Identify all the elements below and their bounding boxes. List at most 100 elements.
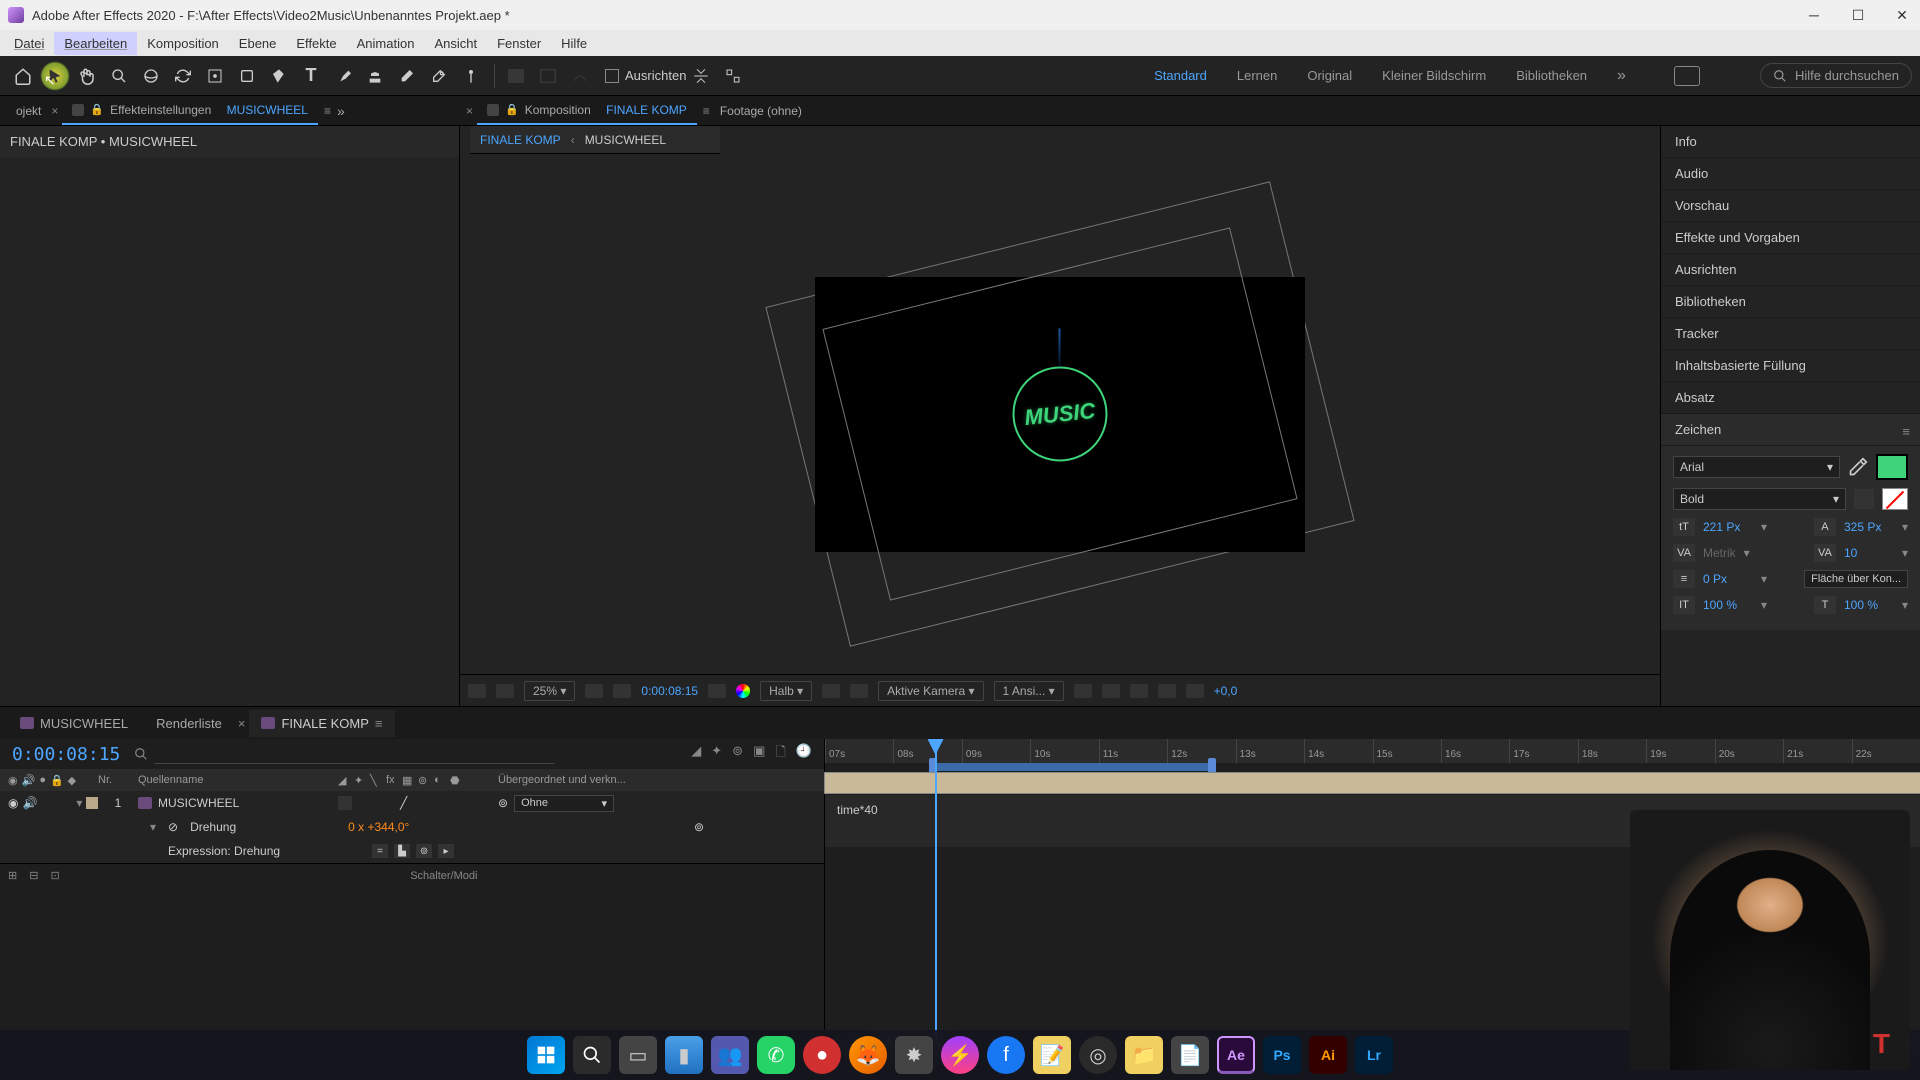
workspace-standard[interactable]: Standard <box>1154 68 1207 83</box>
toggle-inout-icon[interactable]: ⊡ <box>50 869 59 882</box>
viewer-toggle-alpha-icon[interactable] <box>468 684 486 698</box>
camera-select[interactable]: Aktive Kamera ▾ <box>878 681 983 701</box>
taskbar-explorer-icon[interactable]: 📁 <box>1125 1036 1163 1074</box>
timeline-tab-finalekomp[interactable]: FINALE KOMP ≡ <box>249 710 394 737</box>
parent-select[interactable]: Ohne▾ <box>514 795 614 812</box>
taskbar-record-icon[interactable]: ● <box>803 1036 841 1074</box>
minimize-button[interactable]: ─ <box>1804 5 1824 25</box>
viewer-toggle-mask-icon[interactable] <box>496 684 514 698</box>
taskbar-obs-icon[interactable]: ◎ <box>1079 1036 1117 1074</box>
taskbar-app-teams[interactable]: 👥 <box>711 1036 749 1074</box>
taskbar-app-3[interactable]: 📄 <box>1171 1036 1209 1074</box>
panel-effekte-vorgaben[interactable]: Effekte und Vorgaben <box>1661 222 1920 254</box>
fill-color-swatch[interactable] <box>501 61 531 91</box>
task-view-icon[interactable]: ▭ <box>619 1036 657 1074</box>
clone-stamp-tool-icon[interactable] <box>360 61 390 91</box>
font-weight-select[interactable]: Bold▾ <box>1673 488 1846 510</box>
menu-hilfe[interactable]: Hilfe <box>551 32 597 55</box>
selection-tool-icon[interactable]: ↖ <box>40 61 70 91</box>
timeline-layer-row[interactable]: ◉ 🔊 ▾ 1 MUSICWHEEL ╱ ⊚ <box>0 791 824 815</box>
exposure-reset-icon[interactable] <box>1186 684 1204 698</box>
tab-close-icon[interactable]: × <box>238 716 246 731</box>
workspace-switcher-icon[interactable] <box>1674 66 1700 86</box>
audio-toggle-icon[interactable]: 🔊 <box>22 796 37 810</box>
shape-tool-icon[interactable] <box>232 61 262 91</box>
timeline-timecode[interactable]: 0:00:08:15 <box>12 744 120 765</box>
snap-grid-icon[interactable] <box>718 61 748 91</box>
pixel-aspect-icon[interactable] <box>1074 684 1092 698</box>
views-select[interactable]: 1 Ansi... ▾ <box>994 681 1064 701</box>
kerning-value[interactable]: Metrik <box>1703 546 1736 560</box>
menu-ebene[interactable]: Ebene <box>229 32 287 55</box>
taskbar-notes-icon[interactable]: 📝 <box>1033 1036 1071 1074</box>
3d-view-icon[interactable] <box>850 684 868 698</box>
hand-tool-icon[interactable] <box>72 61 102 91</box>
maximize-button[interactable]: ☐ <box>1848 5 1868 25</box>
text-tool-icon[interactable]: T <box>296 61 326 91</box>
workspace-bib[interactable]: Bibliotheken <box>1516 68 1587 83</box>
composition-panel-tab[interactable]: 🔒 Komposition FINALE KOMP <box>477 97 697 125</box>
eraser-tool-icon[interactable] <box>392 61 422 91</box>
snapshot-icon[interactable] <box>708 684 726 698</box>
zoom-select[interactable]: 25% ▾ <box>524 681 575 701</box>
orbit-tool-icon[interactable] <box>136 61 166 91</box>
no-stroke-swatch[interactable] <box>1886 491 1904 509</box>
layer-label-color[interactable] <box>86 797 98 809</box>
expr-pickwhip-icon[interactable]: ⊚ <box>416 844 432 858</box>
flow-musicwheel[interactable]: MUSICWHEEL <box>585 133 666 147</box>
expr-enable-icon[interactable]: = <box>372 844 388 858</box>
tab-overflow-icon[interactable]: » <box>337 103 345 119</box>
workspace-lernen[interactable]: Lernen <box>1237 68 1277 83</box>
switch-quality-toggle[interactable]: ╱ <box>400 796 407 810</box>
panel-ausrichten[interactable]: Ausrichten <box>1661 254 1920 286</box>
toggle-modes-icon[interactable]: ⊟ <box>29 869 38 882</box>
workspace-original[interactable]: Original <box>1307 68 1352 83</box>
transparency-grid-icon[interactable] <box>822 684 840 698</box>
fill-color-swatch[interactable] <box>1876 454 1908 480</box>
rotate-tool-icon[interactable] <box>168 61 198 91</box>
flow-finale-komp[interactable]: FINALE KOMP <box>480 133 561 147</box>
leading-value[interactable]: 325 Px <box>1844 520 1894 534</box>
taskbar-app-1[interactable]: ▮ <box>665 1036 703 1074</box>
start-button[interactable] <box>527 1036 565 1074</box>
zoom-tool-icon[interactable] <box>104 61 134 91</box>
panel-zeichen-header[interactable]: Zeichen ≡ <box>1661 414 1920 446</box>
layer-duration-bar[interactable] <box>825 773 1920 793</box>
taskbar-firefox-icon[interactable]: 🦊 <box>849 1036 887 1074</box>
col-source-name[interactable]: Quellenname <box>138 774 338 786</box>
anchor-point-tool-icon[interactable] <box>200 61 230 91</box>
panel-absatz[interactable]: Absatz <box>1661 382 1920 414</box>
workarea-bar[interactable] <box>929 763 1214 771</box>
panel-vorschau[interactable]: Vorschau <box>1661 190 1920 222</box>
motion-blur-icon[interactable]: ⊚ <box>732 743 743 765</box>
swap-colors-icon[interactable] <box>1854 489 1874 509</box>
menu-fenster[interactable]: Fenster <box>487 32 551 55</box>
layer-twirl-icon[interactable]: ▾ <box>76 796 82 810</box>
taskbar-messenger-icon[interactable]: ⚡ <box>941 1036 979 1074</box>
taskbar-app-2[interactable]: ✸ <box>895 1036 933 1074</box>
tab-close-icon[interactable]: × <box>466 104 473 118</box>
expr-pickwhip-icon[interactable]: ⊚ <box>694 820 704 834</box>
close-button[interactable]: ✕ <box>1892 5 1912 25</box>
panel-tracker[interactable]: Tracker <box>1661 318 1920 350</box>
panel-info[interactable]: Info <box>1661 126 1920 158</box>
toggle-switches-icon[interactable]: ⊞ <box>8 869 17 882</box>
font-family-select[interactable]: Arial▾ <box>1673 456 1840 478</box>
snap-checkbox[interactable] <box>605 69 619 83</box>
playhead[interactable] <box>935 739 937 1056</box>
taskbar-facebook-icon[interactable]: f <box>987 1036 1025 1074</box>
effect-controls-tab[interactable]: 🔒 Effekteinstellungen MUSICWHEEL <box>62 97 318 125</box>
taskbar-whatsapp-icon[interactable]: ✆ <box>757 1036 795 1074</box>
roi-icon[interactable] <box>613 684 631 698</box>
viewer-timecode[interactable]: 0:00:08:15 <box>641 684 698 698</box>
rotation-property-row[interactable]: ▾ ⊘ Drehung 0 x +344,0° ⊚ <box>0 815 824 839</box>
frame-blend-icon[interactable]: ✦ <box>711 743 722 765</box>
shy-toggle-icon[interactable]: ◢ <box>691 743 701 765</box>
rotation-turns-value[interactable]: 0 x <box>348 820 364 834</box>
switches-modes-toggle[interactable]: Schalter/Modi <box>410 870 477 882</box>
layer-name[interactable]: MUSICWHEEL <box>158 796 239 810</box>
exposure-value[interactable]: +0,0 <box>1214 684 1238 698</box>
project-panel-tab[interactable]: ojekt <box>6 98 51 124</box>
stroke-width-value[interactable]: 0 Px <box>1703 572 1753 586</box>
time-ruler[interactable]: 07s 08s 09s 10s 11s 12s 13s 14s 15s 16s … <box>825 739 1920 763</box>
